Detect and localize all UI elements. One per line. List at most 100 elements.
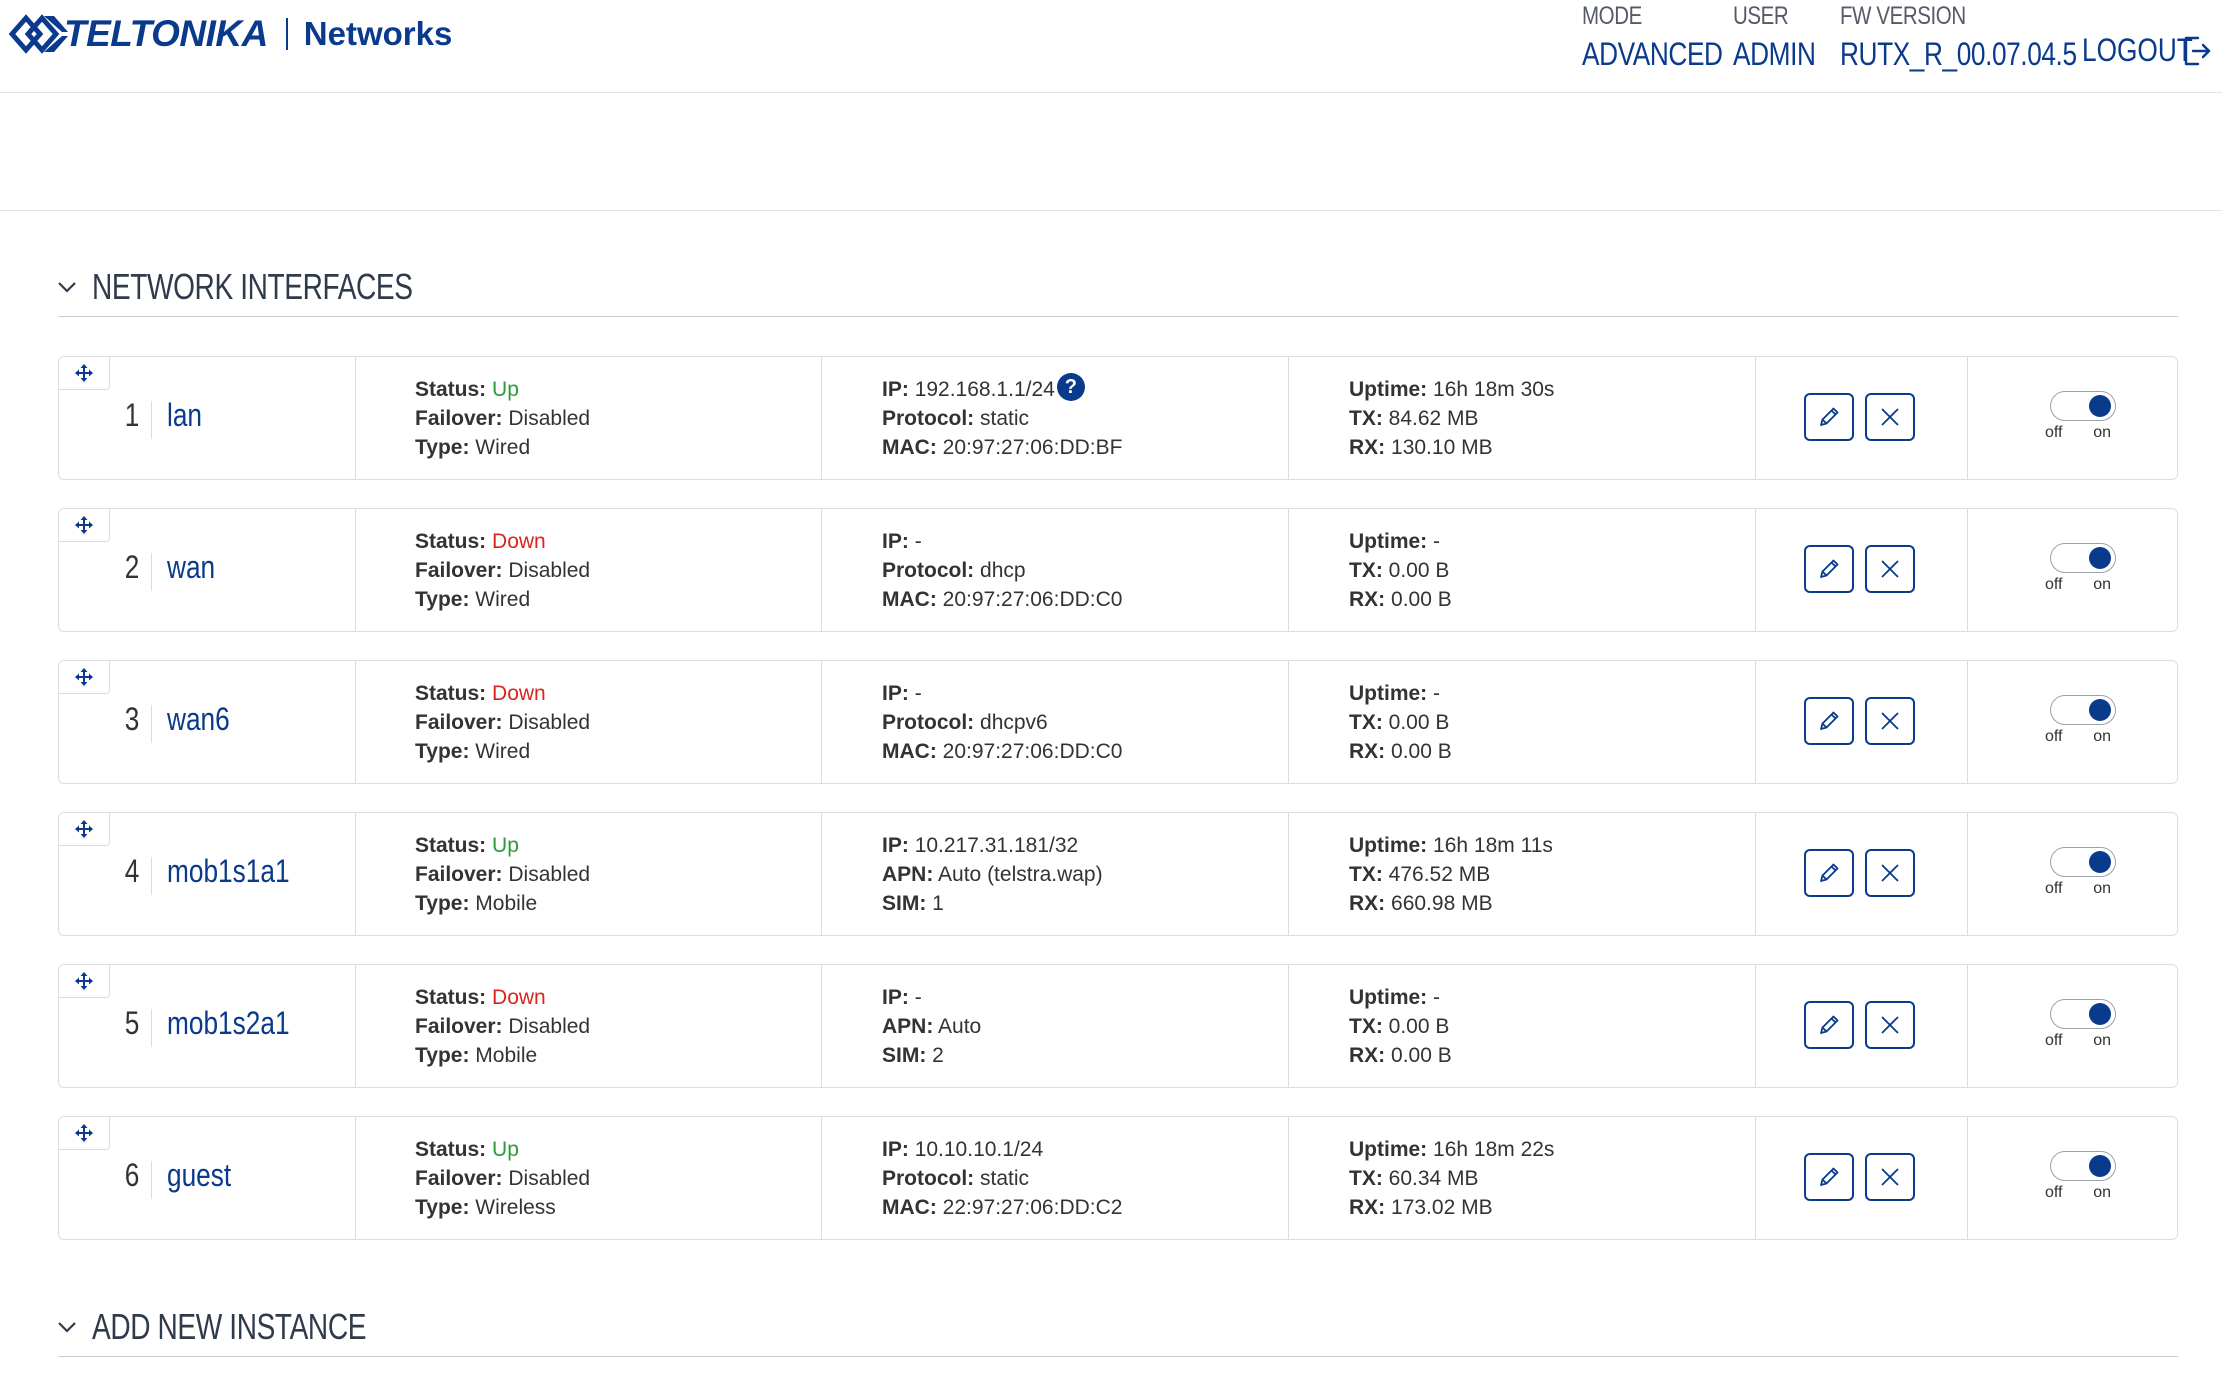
drag-handle[interactable] — [59, 1117, 110, 1150]
toggle-on-label: on — [2093, 728, 2111, 745]
mode-value-link[interactable]: ADVANCED — [1582, 32, 1723, 76]
edit-button[interactable] — [1804, 1153, 1854, 1201]
type-label: Type: — [415, 588, 470, 611]
column-divider — [1967, 357, 1968, 479]
type-value: Wired — [475, 740, 531, 763]
failover-label: Failover: — [415, 711, 503, 734]
drag-handle[interactable] — [59, 509, 110, 542]
enable-toggle[interactable] — [2050, 543, 2116, 573]
enable-toggle-group: off on — [2041, 391, 2121, 442]
column-divider — [1288, 813, 1289, 935]
edit-button[interactable] — [1804, 545, 1854, 593]
enable-toggle[interactable] — [2050, 1151, 2116, 1181]
column-divider — [1967, 509, 1968, 631]
ip-line: IP: 10.10.10.1/24 — [882, 1135, 1122, 1164]
delete-button[interactable] — [1865, 393, 1915, 441]
tx-label: TX: — [1349, 1015, 1383, 1038]
column-divider — [821, 509, 822, 631]
move-arrows-icon — [75, 972, 93, 990]
column-divider — [1967, 1117, 1968, 1239]
pencil-icon — [1820, 711, 1839, 730]
protocol-label: Protocol: — [882, 559, 975, 582]
toggle-labels: off on — [2041, 728, 2121, 746]
enable-toggle[interactable] — [2050, 847, 2116, 877]
interface-name-link[interactable]: mob1s2a1 — [167, 1005, 290, 1042]
interface-name-link[interactable]: guest — [167, 1157, 231, 1194]
tx-label: TX: — [1349, 407, 1383, 430]
mode-block: MODE ADVANCED — [1582, 0, 1753, 76]
column-divider — [355, 1117, 356, 1239]
ip-line: IP: - — [882, 679, 1122, 708]
mac-value: 1 — [932, 892, 944, 915]
delete-button[interactable] — [1865, 849, 1915, 897]
enable-toggle[interactable] — [2050, 391, 2116, 421]
tx-value: 0.00 B — [1388, 1015, 1450, 1038]
add-new-instance-header[interactable]: ADD NEW INSTANCE — [56, 1306, 443, 1348]
address-block: IP: 10.10.10.1/24 Protocol: static MAC: … — [882, 1135, 1122, 1222]
brand-subtitle: Networks — [303, 15, 453, 52]
index-divider — [151, 1009, 152, 1047]
uptime-value: 16h 18m 11s — [1433, 834, 1553, 857]
network-interfaces-header[interactable]: NETWORK INTERFACES — [56, 266, 503, 308]
rx-label: RX: — [1349, 436, 1386, 459]
delete-button[interactable] — [1865, 697, 1915, 745]
ip-value: - — [914, 682, 922, 705]
toggle-off-label: off — [2045, 1184, 2063, 1201]
fw-version-value: RUTX_R_00.07.04.5 — [1840, 36, 2077, 72]
rx-label: RX: — [1349, 1196, 1386, 1219]
edit-button[interactable] — [1804, 393, 1854, 441]
type-value: Wired — [475, 436, 531, 459]
drag-handle[interactable] — [59, 965, 110, 998]
status-value: Down — [492, 986, 546, 1009]
column-divider — [355, 661, 356, 783]
column-divider — [821, 661, 822, 783]
interface-name-link[interactable]: wan6 — [167, 701, 230, 738]
failover-label: Failover: — [415, 559, 503, 582]
drag-handle[interactable] — [59, 813, 110, 846]
user-value-link[interactable]: ADMIN — [1733, 32, 1816, 76]
interface-name-link[interactable]: wan — [167, 549, 215, 586]
status-line: Status: Up — [415, 375, 590, 404]
enable-toggle-group: off on — [2041, 847, 2121, 898]
failover-value: Disabled — [508, 559, 591, 582]
protocol-value: static — [980, 407, 1030, 430]
edit-button[interactable] — [1804, 849, 1854, 897]
edit-button[interactable] — [1804, 1001, 1854, 1049]
toggle-labels: off on — [2041, 424, 2121, 442]
column-divider — [1755, 965, 1756, 1087]
protocol-line: APN: Auto (telstra.wap) — [882, 860, 1103, 889]
toggle-labels: off on — [2041, 1184, 2121, 1202]
failover-label: Failover: — [415, 1167, 503, 1190]
help-icon[interactable]: ? — [1056, 373, 1085, 402]
index-divider — [151, 553, 152, 591]
status-block: Status: Up Failover: Disabled Type: Wire… — [415, 1135, 590, 1222]
mac-value: 22:97:27:06:DD:C2 — [942, 1196, 1123, 1219]
uptime-line: Uptime: - — [1349, 527, 1452, 556]
drag-handle[interactable] — [59, 357, 110, 390]
rx-label: RX: — [1349, 892, 1386, 915]
edit-button[interactable] — [1804, 697, 1854, 745]
address-block: IP: - Protocol: dhcp MAC: 20:97:27:06:DD… — [882, 527, 1122, 614]
interface-name-link[interactable]: lan — [167, 397, 202, 434]
interface-name-link[interactable]: mob1s1a1 — [167, 853, 290, 890]
enable-toggle-group: off on — [2041, 543, 2121, 594]
protocol-value: dhcpv6 — [980, 711, 1048, 734]
delete-button[interactable] — [1865, 545, 1915, 593]
status-label: Status: — [415, 834, 487, 857]
uptime-value: 16h 18m 22s — [1433, 1138, 1555, 1161]
drag-handle[interactable] — [59, 661, 110, 694]
chevron-down-icon — [58, 1322, 76, 1333]
type-label: Type: — [415, 1044, 470, 1067]
enable-toggle[interactable] — [2050, 999, 2116, 1029]
rx-label: RX: — [1349, 740, 1386, 763]
enable-toggle-group: off on — [2041, 1151, 2121, 1202]
status-label: Status: — [415, 1138, 487, 1161]
enable-toggle[interactable] — [2050, 695, 2116, 725]
delete-button[interactable] — [1865, 1153, 1915, 1201]
teltonika-logo[interactable]: TELTONIKA Networks — [8, 4, 452, 64]
toggle-on-label: on — [2093, 576, 2111, 593]
delete-button[interactable] — [1865, 1001, 1915, 1049]
ip-value: 10.217.31.181/32 — [914, 834, 1079, 857]
status-value: Down — [492, 530, 546, 553]
logout-button[interactable]: LOGOUT — [2082, 32, 2212, 69]
